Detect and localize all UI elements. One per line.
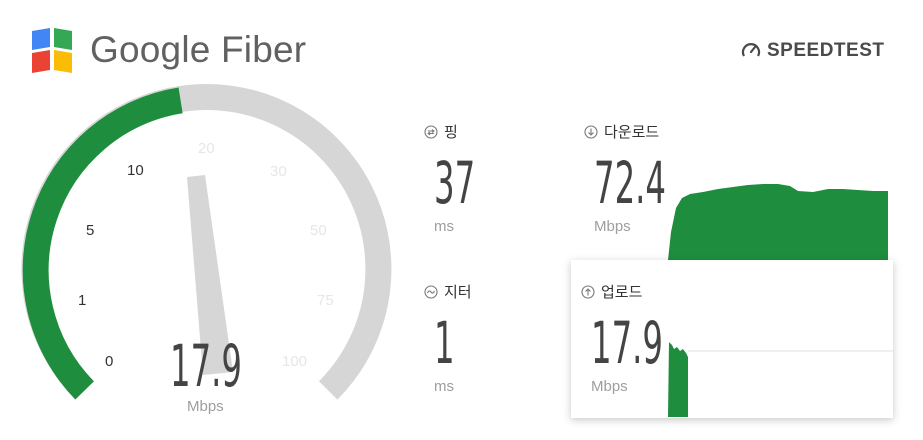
download-unit: Mbps: [594, 218, 631, 235]
speedtest-label: SPEEDTEST: [767, 40, 885, 61]
gauge-tick-100: 100: [282, 353, 308, 370]
upload-value: 17.9: [591, 309, 664, 377]
ping-label: 핑: [424, 121, 458, 142]
gauge-tick-30: 30: [270, 163, 287, 180]
jitter-icon: [424, 284, 438, 299]
gauge-tick-75: 75: [317, 292, 334, 309]
gauge-fill: [22, 87, 183, 400]
upload-label: 업로드: [581, 281, 642, 302]
speedometer-icon: [741, 43, 761, 57]
gauge-tick-5: 5: [86, 222, 95, 239]
ping-value: 37: [434, 149, 476, 217]
arrow-down-icon: [584, 124, 598, 139]
jitter-unit: ms: [434, 378, 454, 395]
upload-label-text: 업로드: [601, 284, 643, 301]
speedtest-badge: SPEEDTEST: [741, 40, 884, 62]
download-value: 72.4: [594, 149, 667, 217]
gauge-tick-10: 10: [127, 162, 144, 179]
gauge-speed-unit: Mbps: [187, 398, 224, 415]
download-label: 다운로드: [584, 121, 659, 142]
ping-unit: ms: [434, 218, 454, 235]
upload-graph: [668, 342, 893, 417]
download-graph: [668, 184, 888, 260]
jitter-label: 지터: [424, 281, 472, 302]
gauge-speed-value: 17.9: [170, 332, 243, 400]
ping-icon: [424, 124, 438, 139]
gauge-tick-0: 0: [105, 353, 114, 370]
jitter-value: 1: [434, 309, 455, 377]
ping-label-text: 핑: [444, 124, 458, 141]
upload-unit: Mbps: [591, 378, 628, 395]
download-label-text: 다운로드: [604, 124, 660, 141]
gauge-tick-20: 20: [198, 140, 215, 157]
gauge-tick-50: 50: [310, 222, 327, 239]
gauge-tick-1: 1: [78, 292, 87, 309]
arrow-up-icon: [581, 284, 595, 299]
jitter-label-text: 지터: [444, 284, 472, 301]
